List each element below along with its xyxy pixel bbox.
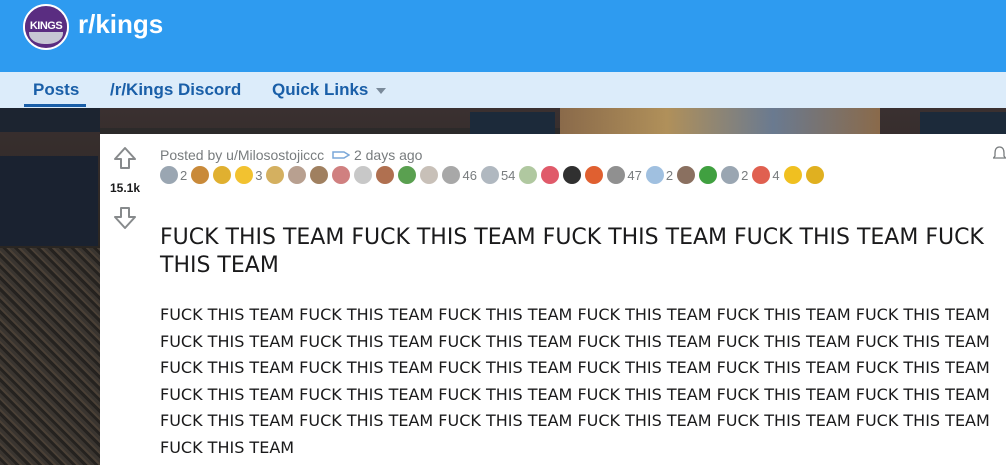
face-award-icon bbox=[332, 166, 351, 184]
dino-award-icon bbox=[699, 166, 718, 184]
sun-award-icon bbox=[805, 166, 824, 184]
active-tab-underline bbox=[24, 104, 86, 107]
panda-award-icon bbox=[563, 166, 582, 184]
award-count: 2 bbox=[665, 167, 674, 183]
subreddit-name[interactable]: r/kings bbox=[78, 9, 163, 40]
post-title[interactable]: FUCK THIS TEAM FUCK THIS TEAM FUCK THIS … bbox=[160, 224, 990, 280]
award-count: 54 bbox=[500, 167, 516, 183]
award-item[interactable]: 46 bbox=[442, 166, 477, 186]
court-image bbox=[560, 108, 880, 136]
upvote-arrow-icon[interactable] bbox=[113, 146, 137, 170]
award-item[interactable] bbox=[191, 166, 210, 186]
award-item[interactable] bbox=[541, 166, 560, 186]
tag-icon bbox=[332, 151, 351, 160]
glasses-award-icon bbox=[442, 166, 461, 184]
cat-award-icon bbox=[310, 166, 329, 184]
award-count: 2 bbox=[741, 167, 749, 183]
subreddit-nav: Posts /r/Kings Discord Quick Links bbox=[0, 72, 1006, 108]
post-meta: Posted by u/Milosostojiccc 2 days ago bbox=[160, 146, 422, 163]
award-item[interactable] bbox=[699, 166, 718, 186]
s-award-icon bbox=[607, 166, 626, 184]
awards-row[interactable]: 2 3 46 54 47 2 2 4 bbox=[160, 166, 990, 188]
nav-item-discord[interactable]: /r/Kings Discord bbox=[110, 80, 241, 100]
vote-score: 15.1k bbox=[109, 181, 141, 195]
fire-award-icon bbox=[585, 166, 604, 184]
scoreboard-right bbox=[920, 112, 1006, 136]
bear-award-icon bbox=[677, 166, 696, 184]
bell-icon[interactable] bbox=[993, 146, 1006, 162]
scoreboard-left bbox=[0, 108, 100, 132]
baby-award-icon bbox=[645, 166, 664, 184]
award-item[interactable] bbox=[783, 166, 802, 186]
award-item[interactable] bbox=[376, 166, 395, 186]
award-item[interactable]: 2 bbox=[721, 166, 748, 186]
award-item[interactable] bbox=[354, 166, 373, 186]
award-item[interactable]: 3 bbox=[235, 166, 262, 186]
downvote-arrow-icon[interactable] bbox=[113, 206, 137, 230]
nav-item-posts[interactable]: Posts bbox=[33, 80, 79, 100]
subreddit-logo[interactable]: KINGS bbox=[23, 4, 69, 50]
silver-award-icon bbox=[160, 166, 178, 184]
award-count: 47 bbox=[627, 167, 642, 183]
award-item[interactable]: 4 bbox=[752, 166, 780, 186]
vote-column: 15.1k bbox=[100, 134, 150, 465]
scoreboard-side bbox=[0, 156, 98, 246]
subreddit-banner: KINGS r/kings bbox=[0, 0, 1006, 72]
logo-text: KINGS bbox=[25, 20, 67, 32]
flower-award-icon bbox=[266, 166, 285, 184]
award-item[interactable] bbox=[398, 166, 417, 186]
snake-award-icon bbox=[398, 166, 417, 184]
post-time[interactable]: 2 days ago bbox=[354, 147, 423, 163]
posted-by[interactable]: Posted by u/Milosostojiccc bbox=[160, 147, 324, 163]
award-item[interactable] bbox=[519, 166, 538, 186]
award-item[interactable]: 47 bbox=[607, 166, 642, 186]
chevron-down-icon[interactable] bbox=[376, 88, 386, 94]
award-item[interactable] bbox=[213, 166, 232, 186]
award-count: 2 bbox=[180, 167, 188, 183]
award-count: 3 bbox=[255, 167, 263, 183]
up-arrow-award-icon bbox=[783, 166, 802, 184]
award-item[interactable] bbox=[585, 166, 604, 186]
mask-award-icon bbox=[288, 166, 307, 184]
award-item[interactable] bbox=[288, 166, 307, 186]
award-item[interactable]: 54 bbox=[480, 166, 516, 186]
crowd-image bbox=[0, 248, 100, 465]
snoo-award-icon bbox=[752, 166, 771, 184]
post-body: FUCK THIS TEAM FUCK THIS TEAM FUCK THIS … bbox=[160, 305, 990, 457]
award-item[interactable] bbox=[332, 166, 351, 186]
gold-star-award-icon bbox=[235, 166, 254, 184]
post-card: 15.1k Posted by u/Milosostojiccc 2 days … bbox=[100, 134, 1006, 465]
heart-award-icon bbox=[541, 166, 560, 184]
award-item[interactable] bbox=[805, 166, 824, 186]
cloud-award-icon bbox=[480, 166, 499, 184]
rocket-award-icon bbox=[721, 166, 740, 184]
hands-award-icon bbox=[213, 166, 232, 184]
award-item[interactable] bbox=[563, 166, 582, 186]
scoreboard-mid bbox=[470, 112, 555, 136]
nav-item-quick-links[interactable]: Quick Links bbox=[272, 80, 368, 100]
award-count: 4 bbox=[772, 167, 780, 183]
award-item[interactable] bbox=[677, 166, 696, 186]
award-count: 46 bbox=[462, 167, 477, 183]
award-item[interactable] bbox=[266, 166, 285, 186]
f-award-icon bbox=[420, 166, 439, 184]
pet-award-icon bbox=[376, 166, 395, 184]
skull-award-icon bbox=[354, 166, 373, 184]
hand-award-icon bbox=[191, 166, 210, 184]
award-item[interactable] bbox=[420, 166, 439, 186]
award-item[interactable] bbox=[310, 166, 329, 186]
angel-award-icon bbox=[519, 166, 538, 184]
award-item[interactable]: 2 bbox=[160, 166, 187, 186]
award-item[interactable]: 2 bbox=[645, 166, 674, 186]
